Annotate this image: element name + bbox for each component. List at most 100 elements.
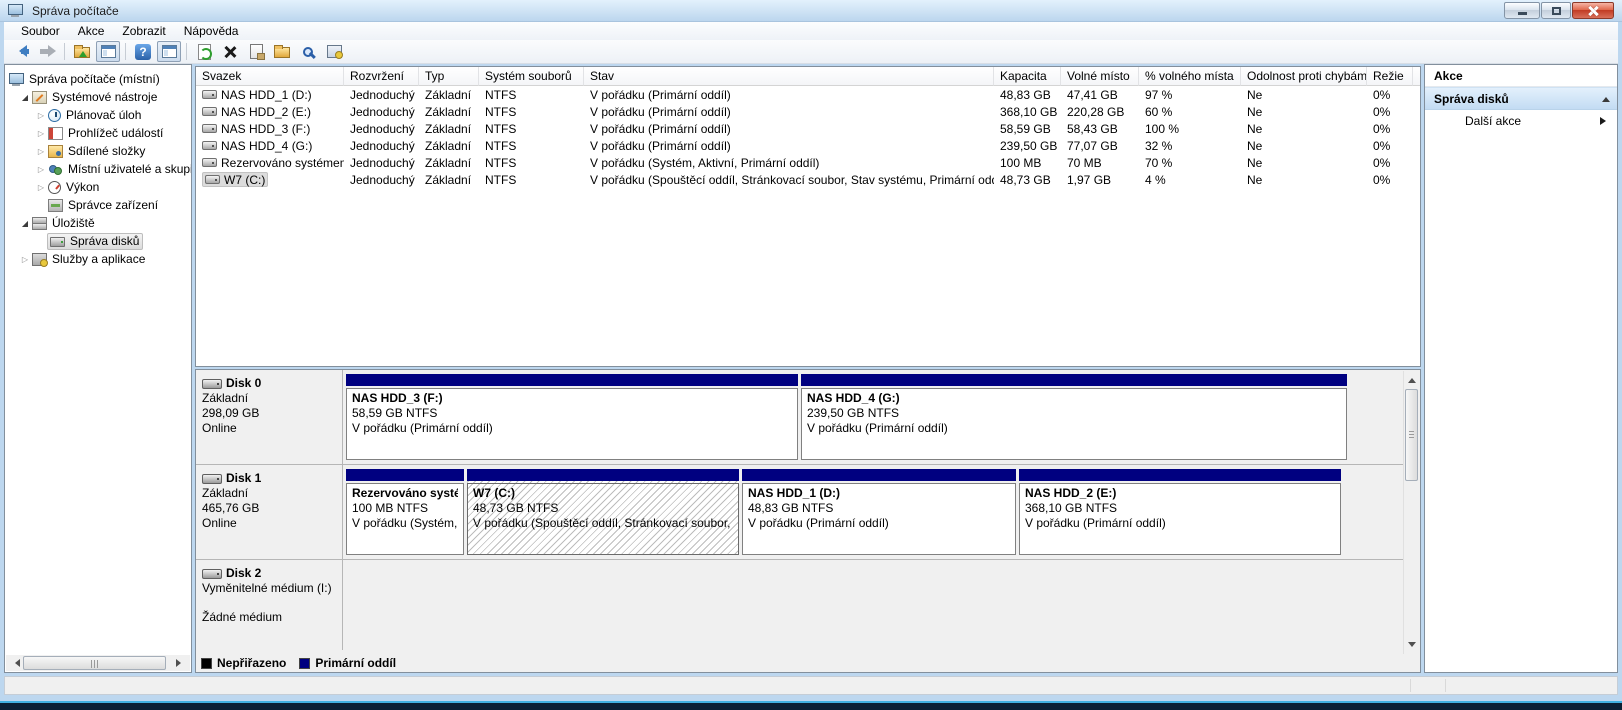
refresh-button[interactable] xyxy=(192,41,216,62)
storage-icon xyxy=(32,217,47,230)
disk-view-vertical-scrollbar[interactable] xyxy=(1403,371,1419,654)
table-row-nas-hdd-3[interactable]: NAS HDD_3 (F:) Jednoduchý Základní NTFS … xyxy=(196,120,1420,137)
partition-nas-hdd-2[interactable]: NAS HDD_2 (E:) 368,10 GB NTFS V pořádku … xyxy=(1019,469,1341,555)
partition-nas-hdd-4[interactable]: NAS HDD_4 (G:) 239,50 GB NTFS V pořádku … xyxy=(801,374,1347,460)
refresh-icon xyxy=(198,44,211,60)
export-list-button[interactable] xyxy=(70,41,94,62)
sidebar-item-storage[interactable]: ◢ Úložiště xyxy=(5,214,191,232)
table-row-nas-hdd-1[interactable]: NAS HDD_1 (D:) Jednoduchý Základní NTFS … xyxy=(196,86,1420,103)
disk-icon xyxy=(202,474,222,484)
blank-line xyxy=(202,596,336,610)
maximize-icon xyxy=(1552,7,1561,15)
collapsed-icon[interactable]: ▷ xyxy=(35,183,47,192)
task-scheduler-icon xyxy=(48,109,61,122)
collapsed-icon[interactable]: ▷ xyxy=(35,129,47,138)
sidebar-item-event-viewer[interactable]: ▷ Prohlížeč událostí xyxy=(5,124,191,142)
snap-in-button[interactable] xyxy=(322,41,346,62)
volume-icon xyxy=(202,90,217,99)
scroll-down-arrow[interactable] xyxy=(1404,638,1420,654)
close-button[interactable] xyxy=(1572,2,1614,19)
primary-partition-strip xyxy=(742,469,1016,481)
sidebar-item-shared-folders[interactable]: ▷ Sdílené složky xyxy=(5,142,191,160)
expanded-icon[interactable]: ◢ xyxy=(19,219,31,228)
menu-soubor[interactable]: Soubor xyxy=(12,22,69,40)
scroll-up-arrow[interactable] xyxy=(1404,371,1420,387)
menu-zobrazit[interactable]: Zobrazit xyxy=(113,22,174,40)
sidebar-item-computer-management[interactable]: Správa počítače (místní) xyxy=(5,70,191,88)
column-header-stub xyxy=(1413,67,1421,86)
column-header-odolnost[interactable]: Odolnost proti chybám xyxy=(1241,67,1367,86)
window-title: Správa počítače xyxy=(32,4,119,18)
sidebar-item-device-manager[interactable]: Správce zařízení xyxy=(5,196,191,214)
close-icon xyxy=(1587,6,1599,16)
column-header-stav[interactable]: Stav xyxy=(584,67,994,86)
menu-akce[interactable]: Akce xyxy=(69,22,114,40)
collapsed-icon[interactable]: ▷ xyxy=(35,165,47,174)
table-row-nas-hdd-2[interactable]: NAS HDD_2 (E:) Jednoduchý Základní NTFS … xyxy=(196,103,1420,120)
taskbar-edge xyxy=(0,701,1622,710)
back-button[interactable] xyxy=(9,41,33,62)
column-header-rezie[interactable]: Režie xyxy=(1367,67,1413,86)
sidebar-item-task-scheduler[interactable]: ▷ Plánovač úloh xyxy=(5,106,191,124)
show-action-pane-toggle[interactable] xyxy=(157,41,181,62)
sidebar-item-local-users[interactable]: ▷ Místní uživatelé a skupiny xyxy=(5,160,191,178)
column-header-svazek[interactable]: Svazek xyxy=(196,67,344,86)
column-header-kapacita[interactable]: Kapacita xyxy=(994,67,1061,86)
disk-0-label[interactable]: Disk 0 Základní 298,09 GB Online xyxy=(196,370,343,464)
console-tree-pane: Správa počítače (místní) ◢ Systémové nás… xyxy=(4,64,192,673)
collapse-icon[interactable] xyxy=(1602,93,1610,102)
table-row-rezervovano-systemem[interactable]: Rezervováno systémem Jednoduchý Základní… xyxy=(196,154,1420,171)
delete-button[interactable] xyxy=(218,41,242,62)
scrollbar-thumb[interactable] xyxy=(1405,389,1418,481)
partition-nas-hdd-1[interactable]: NAS HDD_1 (D:) 48,83 GB NTFS V pořádku (… xyxy=(742,469,1016,555)
disk-1-label[interactable]: Disk 1 Základní 465,76 GB Online xyxy=(196,465,343,559)
show-console-tree-toggle[interactable] xyxy=(96,41,120,62)
column-header-rozvrzeni[interactable]: Rozvržení xyxy=(344,67,419,86)
expanded-icon[interactable]: ◢ xyxy=(19,93,31,102)
partition-w7-selected[interactable]: W7 (C:) 48,73 GB NTFS V pořádku (Spouště… xyxy=(467,469,739,555)
collapsed-icon[interactable]: ▷ xyxy=(19,255,31,264)
more-actions-item[interactable]: Další akce xyxy=(1425,110,1617,132)
collapsed-icon[interactable]: ▷ xyxy=(35,147,47,156)
minimize-button[interactable] xyxy=(1504,2,1540,19)
open-button[interactable] xyxy=(270,41,294,62)
menu-napoveda[interactable]: Nápověda xyxy=(175,22,248,40)
scroll-right-arrow[interactable] xyxy=(174,655,190,671)
toolbar xyxy=(4,40,1618,64)
sidebar-item-system-tools[interactable]: ◢ Systémové nástroje xyxy=(5,88,191,106)
column-header-volne-misto[interactable]: Volné místo xyxy=(1061,67,1139,86)
disk-0-row: Disk 0 Základní 298,09 GB Online NAS HDD… xyxy=(196,370,1403,465)
partition-nas-hdd-3[interactable]: NAS HDD_3 (F:) 58,59 GB NTFS V pořádku (… xyxy=(346,374,798,460)
table-row-w7[interactable]: W7 (C:) Jednoduchý Základní NTFS V pořád… xyxy=(196,171,1420,188)
find-button[interactable] xyxy=(296,41,320,62)
app-icon xyxy=(8,4,23,17)
sidebar-item-disk-management[interactable]: Správa disků xyxy=(5,232,191,250)
actions-pane: Akce Správa disků Další akce xyxy=(1424,64,1618,673)
maximize-button[interactable] xyxy=(1541,2,1571,19)
scrollbar-thumb[interactable] xyxy=(23,656,166,670)
disk-2-partitions xyxy=(343,560,1403,650)
sidebar-horizontal-scrollbar[interactable] xyxy=(6,655,190,671)
menu-bar: Soubor Akce Zobrazit Nápověda xyxy=(4,22,1618,40)
forward-button[interactable] xyxy=(35,41,59,62)
device-manager-icon xyxy=(48,199,63,212)
partition-legend: Nepřiřazeno Primární oddíl xyxy=(197,655,1402,671)
unallocated-label: Nepřiřazeno xyxy=(217,656,286,670)
help-button[interactable] xyxy=(131,41,155,62)
column-header-typ[interactable]: Typ xyxy=(419,67,479,86)
column-header-pct-volneho-mista[interactable]: % volného místa xyxy=(1139,67,1241,86)
disk-2-label[interactable]: Disk 2 Vyměnitelné médium (I:) Žádné méd… xyxy=(196,560,343,650)
table-row-nas-hdd-4[interactable]: NAS HDD_4 (G:) Jednoduchý Základní NTFS … xyxy=(196,137,1420,154)
sidebar-item-performance[interactable]: ▷ Výkon xyxy=(5,178,191,196)
status-bar xyxy=(4,676,1618,695)
actions-group-disk-management[interactable]: Správa disků xyxy=(1425,87,1617,110)
properties-button[interactable] xyxy=(244,41,268,62)
sidebar-item-services-applications[interactable]: ▷ Služby a aplikace xyxy=(5,250,191,268)
primary-partition-strip xyxy=(346,469,464,481)
partition-system-reserved[interactable]: Rezervováno systémem 100 MB NTFS V pořád… xyxy=(346,469,464,555)
scroll-left-arrow[interactable] xyxy=(6,655,22,671)
snap-in-icon xyxy=(327,45,342,58)
column-header-system-souboru[interactable]: Systém souborů xyxy=(479,67,584,86)
collapsed-icon[interactable]: ▷ xyxy=(35,111,47,120)
shared-folders-icon xyxy=(48,145,63,158)
